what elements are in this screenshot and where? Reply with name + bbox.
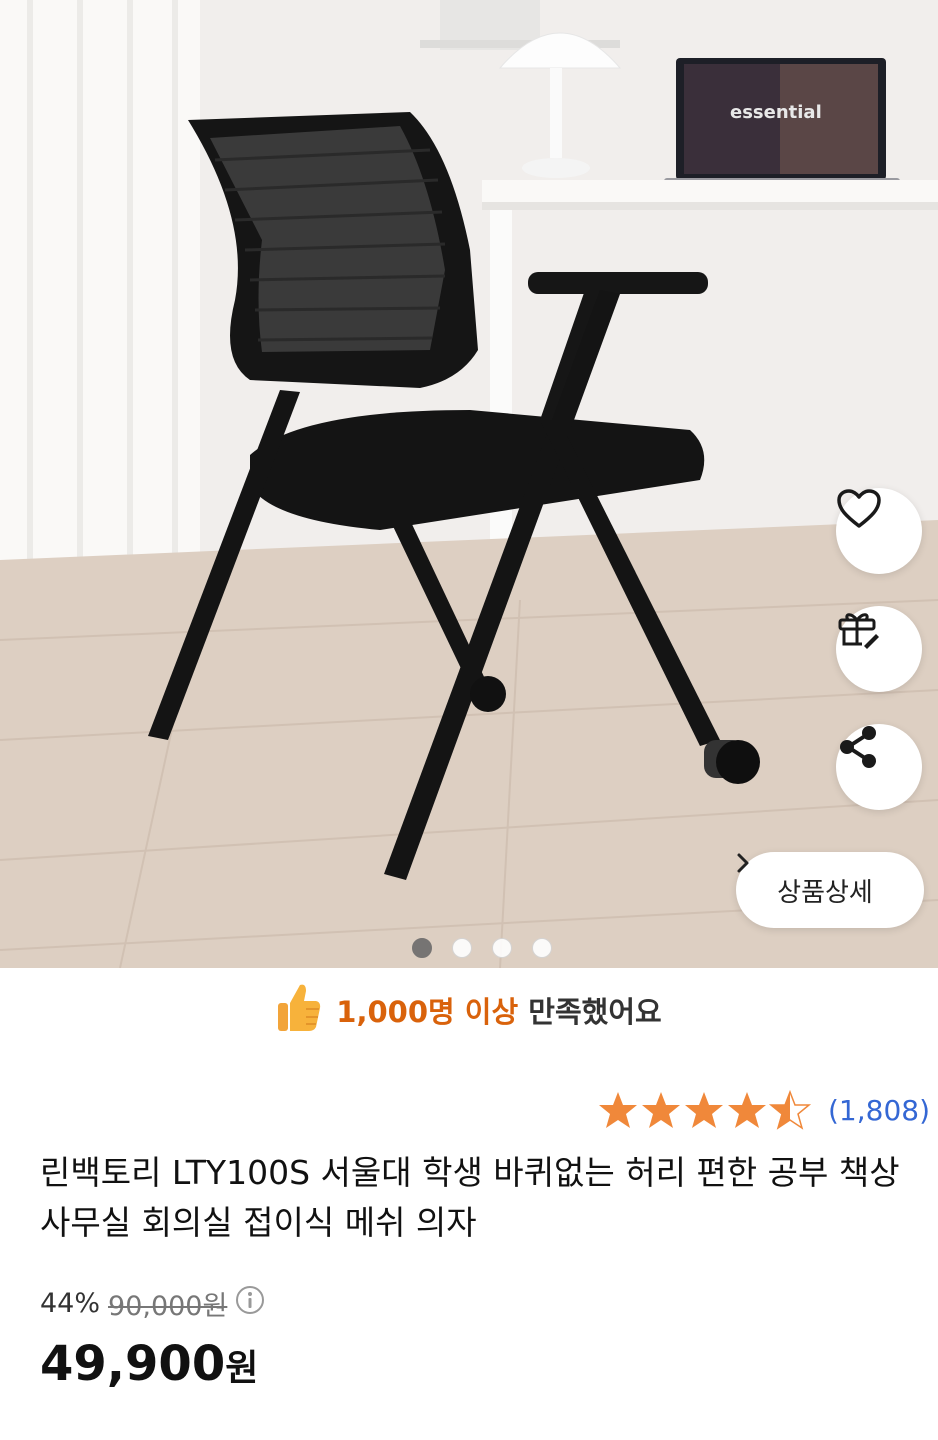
carousel-dot[interactable] [412,938,432,958]
star-full-icon [641,1092,680,1128]
star-half-icon [770,1091,810,1129]
wishlist-button[interactable] [836,488,922,574]
sale-price: 49,900원 [40,1336,258,1392]
thumbs-up-icon [276,981,322,1040]
satisfaction-banner: 1,000명 이상 만족했어요 [0,980,938,1040]
star-rating [598,1091,810,1129]
discount-rate: 44% [40,1288,101,1319]
carousel-dot[interactable] [492,938,512,958]
product-photo: essential [0,0,938,968]
product-detail-button[interactable]: 상품상세 [736,852,924,928]
star-full-icon [727,1092,766,1128]
product-title: 린백토리 LTY100S 서울대 학생 바퀴없는 허리 편한 공부 책상 사무실… [40,1153,900,1242]
laptop-screen-text: essential [730,102,822,123]
carousel-pagination [412,938,552,958]
carousel-dot[interactable] [452,938,472,958]
original-price: 90,000원 [108,1291,228,1322]
star-full-icon [598,1092,637,1128]
rating-summary[interactable]: (1,808) [598,1088,930,1132]
info-icon[interactable] [235,1285,265,1322]
share-button[interactable] [836,724,922,810]
sale-price-unit: 원 [225,1348,259,1389]
sale-price-value: 49,900 [40,1336,226,1392]
carousel-dot[interactable] [532,938,552,958]
product-detail-label: 상품상세 [777,877,873,908]
review-count[interactable]: (1,808) [828,1094,930,1127]
product-image-carousel[interactable]: essential 상품상세 [0,0,938,968]
gift-button[interactable] [836,606,922,692]
satisfaction-text: 만족했어요 [528,995,662,1029]
satisfaction-highlight: 1,000명 이상 [336,995,519,1029]
star-full-icon [684,1092,723,1128]
discount-row: 44% 90,000원 [40,1284,265,1323]
